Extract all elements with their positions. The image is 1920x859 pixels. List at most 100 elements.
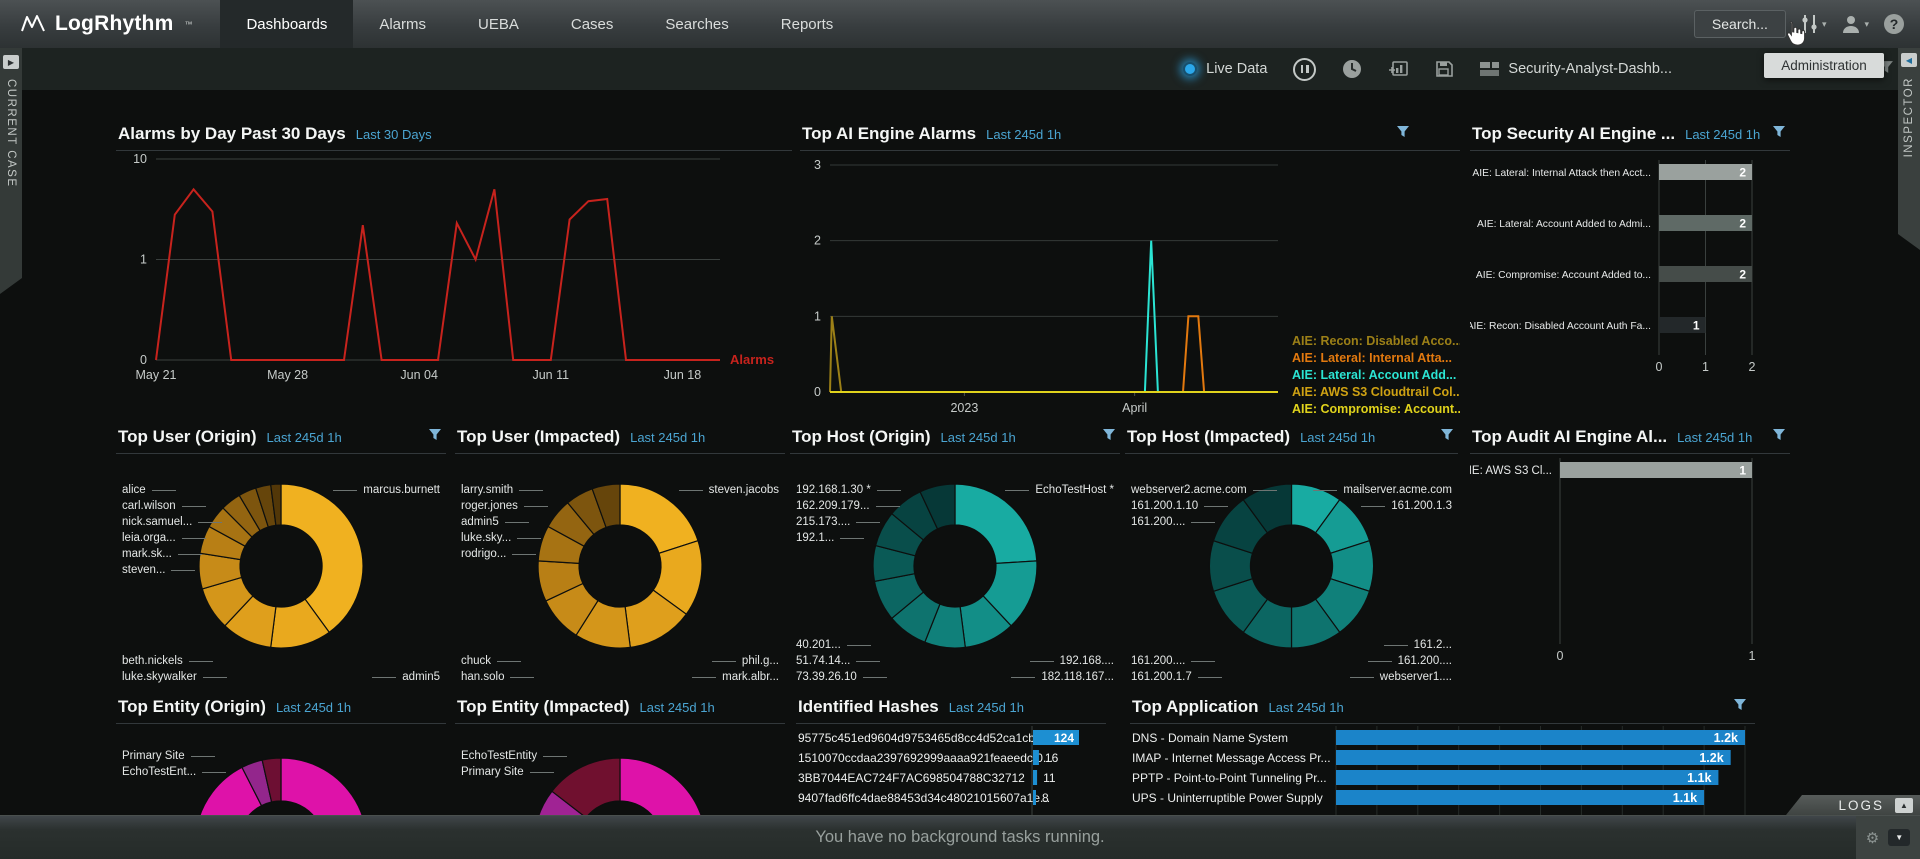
expand-current-case-button[interactable]: ▶ [3, 55, 19, 69]
live-data-indicator[interactable]: Live Data [1183, 61, 1267, 77]
chart-top-ai-engine-alarms[interactable]: 32102023AprilAIE: Recon: Disabled Acco..… [800, 151, 1460, 422]
tab-cases[interactable]: Cases [545, 0, 640, 48]
panel-filter-button[interactable] [1396, 125, 1410, 144]
chart-top-user-origin[interactable]: alicecarl.wilsonnick.samuel...leia.orga.… [116, 454, 446, 687]
save-icon[interactable] [1435, 60, 1454, 78]
filter-funnel-icon [1396, 125, 1410, 139]
inspector-label: INSPECTOR [1903, 77, 1915, 157]
panel-top-host-impacted: Top Host (Impacted) Last 245d 1h webserv… [1125, 425, 1458, 687]
svg-text:0: 0 [1557, 649, 1564, 663]
panel-top-audit-ai-engine: Top Audit AI Engine Al... Last 245d 1h 0… [1470, 425, 1790, 687]
svg-text:1.1k: 1.1k [1673, 791, 1697, 805]
chart-top-user-impacted[interactable]: larry.smithroger.jonesadmin5luke.sky...r… [455, 454, 785, 687]
dashboard-toolbar: Live Data Security-Analyst-Dashb... [0, 48, 1920, 90]
panel-top-user-origin: Top User (Origin) Last 245d 1h alicecarl… [116, 425, 446, 687]
svg-text:PPTP - Point-to-Point Tunnelin: PPTP - Point-to-Point Tunneling Pr... [1132, 771, 1327, 785]
panel-subtitle: Last 245d 1h [1269, 700, 1344, 715]
svg-text:0: 0 [814, 385, 821, 399]
time-range-clock-icon[interactable] [1342, 59, 1362, 79]
chart-top-security-ai-engine[interactable]: 012AIE: Lateral: Internal Attack then Ac… [1470, 151, 1790, 412]
toolbar-cluster: Live Data Security-Analyst-Dashb... [1183, 48, 1672, 90]
add-widget-icon[interactable] [1388, 60, 1409, 78]
live-data-label: Live Data [1206, 61, 1267, 77]
chart-top-entity-impacted[interactable]: EchoTestEntityPrimary Site [455, 724, 785, 818]
chart-top-application[interactable]: DNS - Domain Name System1.2kIMAP - Inter… [1130, 724, 1755, 818]
panel-subtitle: Last 245d 1h [941, 430, 1016, 445]
cursor-pointer [1782, 20, 1806, 47]
svg-text:AIE: Recon: Disabled Account A: AIE: Recon: Disabled Account Auth Fa... [1470, 321, 1651, 332]
svg-text:95775c451ed9604d9753465d8cc4d5: 95775c451ed9604d9753465d8cc4d52ca1cb58..… [798, 731, 1058, 745]
panel-title: Top Security AI Engine ... [1472, 124, 1675, 144]
filter-funnel-icon [1733, 698, 1747, 712]
panel-top-entity-origin: Top Entity (Origin) Last 245d 1h Primary… [116, 695, 446, 818]
panel-filter-button[interactable] [428, 428, 442, 447]
chevron-down-icon: ▾ [1822, 19, 1827, 30]
svg-text:0: 0 [1656, 360, 1663, 374]
svg-text:2: 2 [814, 234, 821, 248]
svg-text:10: 10 [133, 152, 147, 166]
chart-top-host-impacted[interactable]: webserver2.acme.com161.200.1.10161.200..… [1125, 454, 1458, 687]
filter-funnel-icon [1772, 125, 1786, 139]
search-button[interactable]: Search... [1694, 10, 1786, 38]
tab-ueba[interactable]: UEBA [452, 0, 545, 48]
collapse-logs-button[interactable]: ▼ [1888, 829, 1910, 846]
panel-subtitle: Last 245d 1h [1300, 430, 1375, 445]
pause-button[interactable] [1293, 58, 1316, 81]
svg-text:9407fad6ffc4dae88453d34c480210: 9407fad6ffc4dae88453d34c48021015607a1e..… [798, 791, 1050, 805]
nav-tabs: Dashboards Alarms UEBA Cases Searches Re… [220, 0, 859, 48]
tab-reports[interactable]: Reports [755, 0, 860, 48]
inspector-tab[interactable]: ◀ INSPECTOR [1898, 48, 1920, 250]
panel-title: Top Host (Origin) [792, 427, 931, 447]
svg-text:1: 1 [1702, 360, 1709, 374]
chart-top-host-origin[interactable]: 192.168.1.30 *162.209.179...215.173....1… [790, 454, 1120, 687]
svg-text:1.2k: 1.2k [1699, 751, 1723, 765]
svg-text:1: 1 [140, 253, 147, 267]
expand-inspector-button[interactable]: ◀ [1901, 53, 1917, 67]
filter-funnel-icon [1440, 428, 1454, 442]
panel-filter-button[interactable] [1772, 125, 1786, 144]
gear-icon[interactable]: ⚙ [1866, 829, 1879, 847]
svg-text:May 28: May 28 [267, 368, 308, 382]
panel-filter-button[interactable] [1772, 428, 1786, 447]
panel-subtitle: Last 245d 1h [267, 430, 342, 445]
logs-expand-button[interactable]: ▲ [1895, 798, 1913, 813]
logs-tab[interactable]: LOGS ▲ [1786, 795, 1920, 815]
panel-filter-button[interactable] [1440, 428, 1454, 447]
panel-top-entity-impacted: Top Entity (Impacted) Last 245d 1h EchoT… [455, 695, 785, 818]
panel-subtitle: Last 245d 1h [276, 700, 351, 715]
filter-funnel-icon [1102, 428, 1116, 442]
panel-filter-button[interactable] [1733, 698, 1747, 717]
svg-text:0: 0 [140, 353, 147, 367]
panel-subtitle: Last 30 Days [356, 127, 432, 142]
panel-top-host-origin: Top Host (Origin) Last 245d 1h 192.168.1… [790, 425, 1120, 687]
logs-label: LOGS [1838, 798, 1884, 813]
user-profile-menu[interactable]: ▾ [1841, 14, 1869, 34]
dashboard-name: Security-Analyst-Dashb... [1508, 61, 1672, 77]
tab-searches[interactable]: Searches [639, 0, 754, 48]
svg-text:8: 8 [1042, 791, 1049, 805]
chart-top-entity-origin[interactable]: Primary SiteEchoTestEnt... [116, 724, 446, 818]
dashboard-selector[interactable]: Security-Analyst-Dashb... [1480, 61, 1672, 77]
current-case-label: CURRENT CASE [5, 79, 17, 188]
tab-alarms[interactable]: Alarms [353, 0, 452, 48]
panel-title: Top Host (Impacted) [1127, 427, 1290, 447]
status-bar: You have no background tasks running. ⚙ … [0, 815, 1920, 859]
panel-top-ai-engine-alarms: Top AI Engine Alarms Last 245d 1h 321020… [800, 122, 1460, 422]
svg-text:1: 1 [1749, 649, 1756, 663]
chart-alarms-by-day[interactable]: 1010May 21May 28Jun 04Jun 11Jun 18Alarms [116, 151, 792, 390]
panel-title: Top Entity (Origin) [118, 697, 266, 717]
svg-text:1: 1 [1693, 319, 1700, 333]
panel-title: Top Audit AI Engine Al... [1472, 427, 1667, 447]
tab-dashboards[interactable]: Dashboards [220, 0, 353, 48]
current-case-tab[interactable]: ▶ CURRENT CASE [0, 48, 22, 294]
svg-text:3BB7044EAC724F7AC698504788C327: 3BB7044EAC724F7AC698504788C32712 [798, 771, 1025, 785]
svg-text:1: 1 [1739, 464, 1746, 478]
svg-text:AIE: Lateral: Internal Atta...: AIE: Lateral: Internal Atta... [1292, 351, 1452, 365]
svg-text:16: 16 [1045, 751, 1059, 765]
chart-identified-hashes[interactable]: 95775c451ed9604d9753465d8cc4d52ca1cb58..… [796, 724, 1106, 818]
svg-text:2: 2 [1739, 217, 1746, 231]
panel-filter-button[interactable] [1102, 428, 1116, 447]
help-icon[interactable]: ? [1884, 14, 1904, 34]
nav-right-cluster: Search... ▾ ▾ ? [1694, 0, 1920, 48]
chart-top-audit-ai-engine[interactable]: 01AIE: AWS S3 Cl...1 [1470, 454, 1790, 687]
